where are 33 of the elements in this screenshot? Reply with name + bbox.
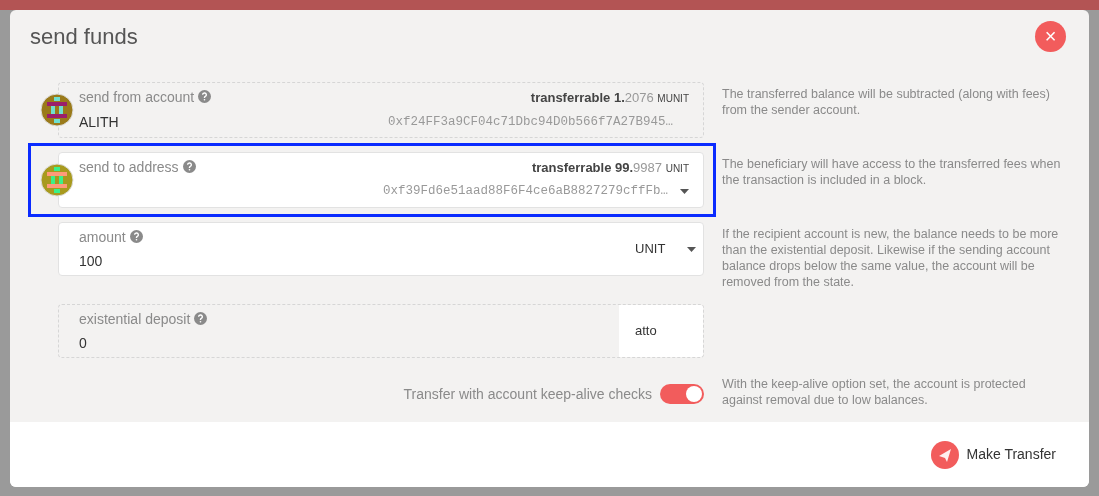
send-icon — [930, 440, 959, 469]
caret-icon — [680, 188, 689, 194]
field-value: 100 — [79, 252, 104, 271]
help-icon[interactable] — [129, 230, 143, 243]
unit-label[interactable]: atto — [635, 321, 657, 341]
field-label: amount — [79, 227, 619, 248]
toggle-label: Transfer with account keep-alive checks — [403, 384, 652, 404]
balance-text: transferrable 1.2076 MUNIT — [530, 89, 689, 107]
caret-icon — [687, 246, 697, 252]
field-label: send from account — [79, 87, 212, 108]
help-text: If the recipient account is new, the balance needs to be more than the existential deposit. Likewise if the sending account balance drops below the same value, the account will be removed from the state. — [722, 226, 1060, 290]
account-field[interactable]: send from account transferrable 1.2076 MUNIT ALITH 0xf24FF3a9CF04c71Dbc94D0b566f7A27B945… — [58, 82, 704, 138]
amount-field[interactable]: amount 100 UNIT — [58, 222, 704, 276]
amount-field[interactable]: existential deposit 0 atto — [58, 304, 704, 358]
keep-alive-toggle[interactable] — [660, 384, 704, 404]
field-value: 0 — [79, 334, 88, 353]
help-text: With the keep-alive option set, the account is protected against removal due to low balances. — [722, 376, 1027, 408]
help-icon[interactable] — [194, 312, 208, 325]
address-text: 0xf24FF3a9CF04c71Dbc94D0b566f7A27B945… — [387, 114, 673, 132]
account-name: ALITH — [79, 113, 119, 132]
address-text: 0xf39Fd6e51aad88F6F4ce6aB8827279cffFb… — [382, 183, 668, 200]
unit-label[interactable]: UNIT — [635, 239, 666, 259]
help-icon[interactable] — [182, 160, 196, 173]
field-label: existential deposit — [79, 309, 619, 330]
help-text: The beneficiary will have access to the transferred fees when the transaction is included in a block. — [722, 156, 1062, 189]
make-transfer-button[interactable]: Make Transfer — [930, 440, 1056, 469]
account-field[interactable]: send to address transferrable 99.9987 UNIT 0xf39Fd6e51aad88F6F4ce6aB8827279cffFb… — [58, 152, 704, 208]
balance-text: transferrable 99.9987 UNIT — [531, 159, 689, 177]
dialog-title: send funds — [30, 22, 138, 51]
identicon-icon — [40, 93, 74, 127]
help-text: The transferred balance will be subtracted (along with fees) from the sender account. — [722, 86, 1051, 119]
help-icon[interactable] — [198, 90, 212, 103]
field-label: send to address — [79, 157, 196, 178]
